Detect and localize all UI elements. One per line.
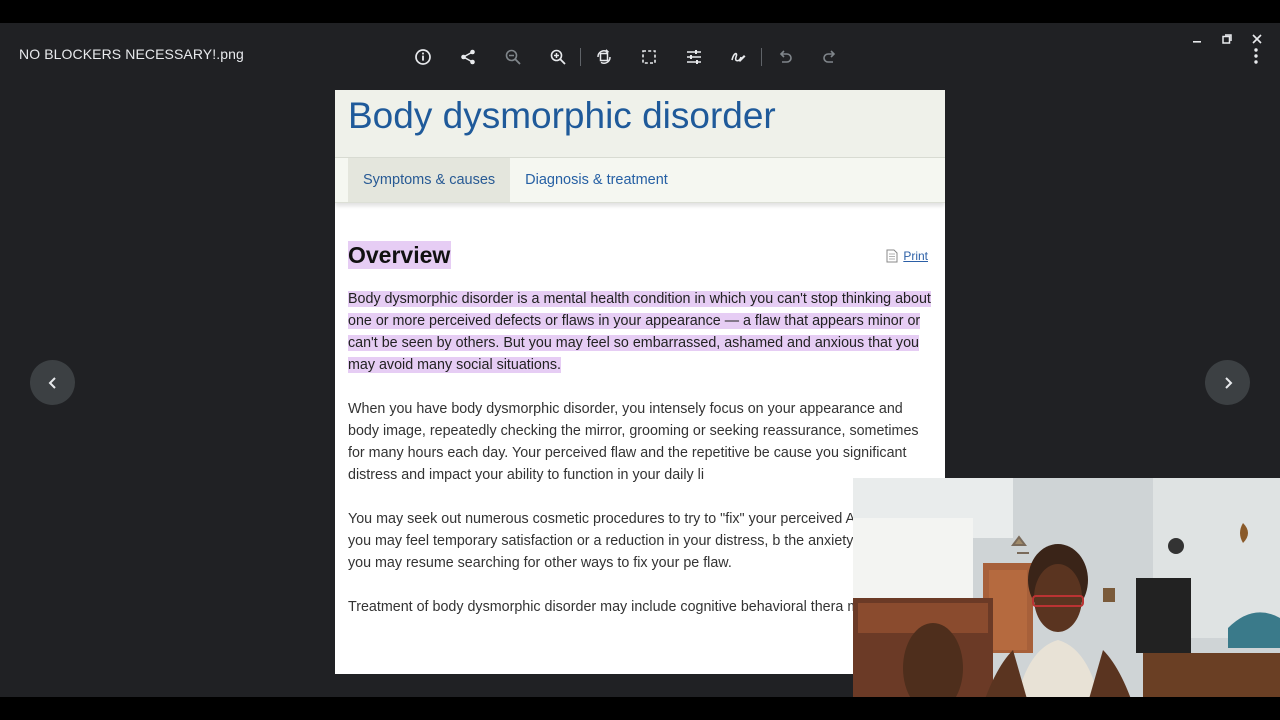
tab-diagnosis-treatment[interactable]: Diagnosis & treatment xyxy=(510,158,683,202)
rotate-icon xyxy=(596,49,611,64)
share-button[interactable] xyxy=(445,42,490,72)
webcam-scene xyxy=(853,478,1280,720)
section-heading: Overview xyxy=(348,241,452,269)
zoom-in-button[interactable] xyxy=(535,42,580,72)
doc-header: Body dysmorphic disorder xyxy=(335,90,945,158)
restore-button[interactable] xyxy=(1212,29,1242,49)
markup-button[interactable] xyxy=(716,42,761,72)
draw-icon xyxy=(730,52,745,62)
share-icon xyxy=(460,49,475,65)
bottom-black-bar xyxy=(0,697,1280,720)
previous-image-button[interactable] xyxy=(30,360,75,405)
paragraph: Treatment of body dysmorphic disorder ma… xyxy=(348,599,921,615)
crop-icon xyxy=(641,50,656,64)
viewer-toolbar xyxy=(400,42,852,72)
info-icon xyxy=(414,49,431,65)
section-header: Overview Print xyxy=(348,241,932,281)
restore-icon xyxy=(1222,34,1232,44)
next-image-button[interactable] xyxy=(1205,360,1250,405)
chevron-left-icon xyxy=(48,376,56,389)
zoom-in-icon xyxy=(550,49,566,65)
print-link[interactable]: Print xyxy=(886,249,928,263)
more-options-button[interactable] xyxy=(1244,43,1268,69)
chevron-right-icon xyxy=(1224,376,1232,389)
top-black-bar xyxy=(0,0,1280,23)
crop-button[interactable] xyxy=(626,42,671,72)
rotate-button[interactable] xyxy=(581,42,626,72)
info-button[interactable] xyxy=(400,42,445,72)
more-vert-icon xyxy=(1254,48,1258,64)
highlighted-text: Body dysmorphic disorder is a mental hea… xyxy=(348,291,931,373)
adjust-button[interactable] xyxy=(671,42,716,72)
zoom-out-button[interactable] xyxy=(490,42,535,72)
document-icon xyxy=(886,249,898,263)
paragraph: You may seek out numerous cosmetic proce… xyxy=(348,511,930,571)
sliders-icon xyxy=(686,50,701,64)
doc-tabs: Symptoms & causes Diagnosis & treatment xyxy=(335,158,945,203)
undo-icon xyxy=(779,50,792,63)
file-name: NO BLOCKERS NECESSARY!.png xyxy=(19,46,244,62)
redo-button[interactable] xyxy=(807,42,852,72)
zoom-out-icon xyxy=(505,49,521,65)
minimize-icon xyxy=(1193,41,1201,43)
paragraph: Body dysmorphic disorder is a mental hea… xyxy=(348,288,932,376)
paragraph: When you have body dysmorphic disorder, … xyxy=(348,401,919,483)
undo-button[interactable] xyxy=(762,42,807,72)
webcam-overlay xyxy=(853,478,1280,720)
redo-icon xyxy=(822,50,835,63)
page-title: Body dysmorphic disorder xyxy=(348,95,776,136)
print-label: Print xyxy=(903,249,928,263)
tab-symptoms-causes[interactable]: Symptoms & causes xyxy=(348,158,511,202)
minimize-button[interactable] xyxy=(1182,29,1212,49)
